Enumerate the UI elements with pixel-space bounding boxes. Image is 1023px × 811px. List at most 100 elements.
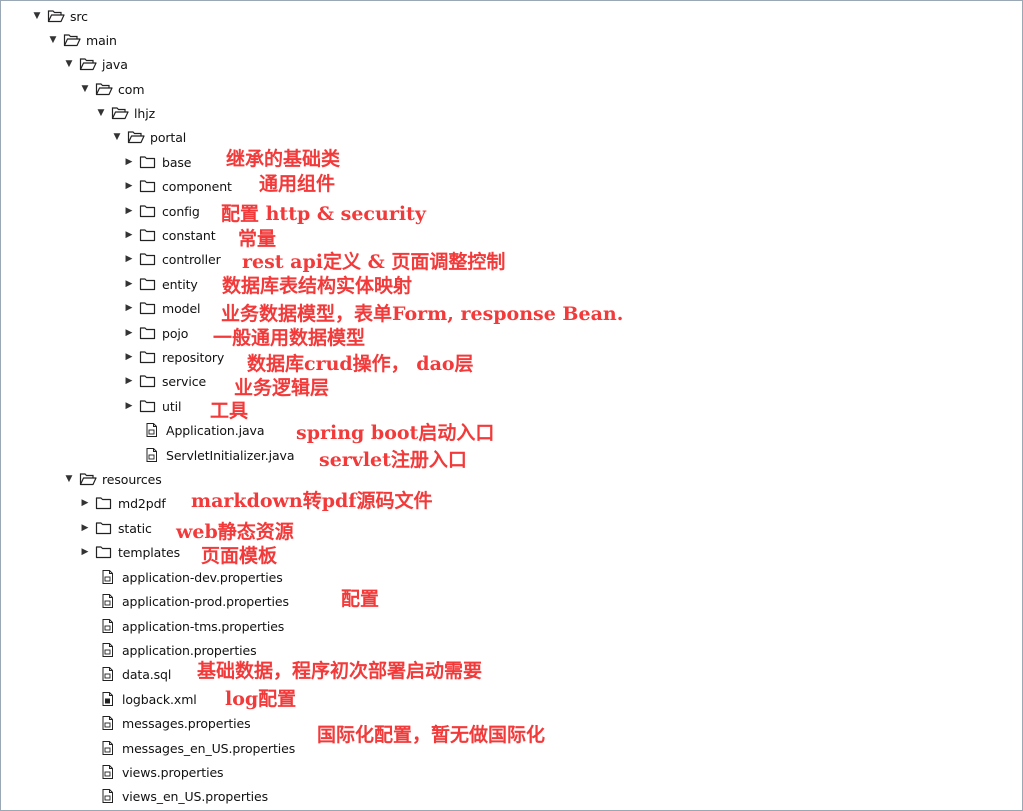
folder-icon xyxy=(95,496,113,510)
tree-node-java[interactable]: java xyxy=(63,52,128,76)
tree-node-application-dev-properties[interactable]: application-dev.properties xyxy=(83,565,283,589)
tree-node-main[interactable]: main xyxy=(47,28,117,52)
expand-arrow-icon[interactable] xyxy=(95,107,107,119)
expand-arrow-icon[interactable] xyxy=(63,58,75,70)
properties-file-icon xyxy=(99,619,117,633)
tree-node-src[interactable]: src xyxy=(31,4,88,28)
folder-icon xyxy=(139,326,157,340)
folder-icon xyxy=(95,545,113,559)
collapse-arrow-icon[interactable] xyxy=(123,229,135,241)
expand-arrow-icon[interactable] xyxy=(31,10,43,22)
tree-node-data-sql[interactable]: data.sql xyxy=(83,662,171,686)
tree-label-data-sql: data.sql xyxy=(122,666,172,682)
tree-node-portal[interactable]: portal xyxy=(111,125,186,149)
collapse-arrow-icon[interactable] xyxy=(123,253,135,265)
tree-node-static[interactable]: static xyxy=(79,516,152,540)
folder-icon xyxy=(139,179,157,193)
tree-node-util[interactable]: util xyxy=(123,394,181,418)
annotation-component: 通用组件 xyxy=(259,173,336,195)
annotation-pojo: 一般通用数据模型 xyxy=(213,327,366,349)
folder-icon xyxy=(139,301,157,315)
annotation-md2pdf: markdown转pdf源码文件 xyxy=(191,490,433,512)
tree-node-model[interactable]: model xyxy=(123,296,201,320)
tree-node-base[interactable]: base xyxy=(123,150,192,174)
xml-file-icon xyxy=(99,692,117,706)
tree-node-views-en-us-properties[interactable]: views_en_US.properties xyxy=(83,784,268,808)
folder-icon xyxy=(139,252,157,266)
tree-node-com[interactable]: com xyxy=(79,77,145,101)
expand-arrow-icon[interactable] xyxy=(63,473,75,485)
folder-open-icon xyxy=(63,33,81,47)
tree-node-entity[interactable]: entity xyxy=(123,272,198,296)
folder-icon xyxy=(139,155,157,169)
collapse-arrow-icon[interactable] xyxy=(123,351,135,363)
tree-node-constant[interactable]: constant xyxy=(123,223,216,247)
tree-node-application-java[interactable]: Application.java xyxy=(127,418,265,442)
tree-node-pojo[interactable]: pojo xyxy=(123,321,188,345)
sql-file-icon xyxy=(99,667,117,681)
tree-node-component[interactable]: component xyxy=(123,174,232,198)
tree-label-component: component xyxy=(162,178,232,194)
annotation-messages: 国际化配置，暂无做国际化 xyxy=(317,724,546,746)
expand-arrow-icon[interactable] xyxy=(47,34,59,46)
tree-node-messages-en-us-properties[interactable]: messages_en_US.properties xyxy=(83,736,295,760)
annotation-repository: 数据库crud操作， dao层 xyxy=(247,353,474,375)
annotation-application-java: spring boot启动入口 xyxy=(296,422,495,444)
tree-node-config[interactable]: config xyxy=(123,199,200,223)
tree-label-entity: entity xyxy=(162,276,198,292)
properties-file-icon xyxy=(99,594,117,608)
java-file-icon xyxy=(143,448,161,462)
expand-arrow-icon[interactable] xyxy=(79,83,91,95)
annotation-controller: rest api定义 & 页面调整控制 xyxy=(242,251,506,273)
tree-label-lhjz: lhjz xyxy=(134,105,156,121)
tree-node-service[interactable]: service xyxy=(123,369,206,393)
properties-file-icon xyxy=(99,741,117,755)
collapse-arrow-icon[interactable] xyxy=(123,400,135,412)
tree-label-application-dev: application-dev.properties xyxy=(122,569,283,585)
annotation-config: 配置 http & security xyxy=(221,203,426,225)
collapse-arrow-icon[interactable] xyxy=(123,302,135,314)
tree-label-base: base xyxy=(162,154,192,170)
tree-node-logback-xml[interactable]: logback.xml xyxy=(83,687,197,711)
tree-node-views-properties[interactable]: views.properties xyxy=(83,760,224,784)
tree-label-src: src xyxy=(70,8,88,24)
tree-node-controller[interactable]: controller xyxy=(123,247,221,271)
tree-node-repository[interactable]: repository xyxy=(123,345,224,369)
collapse-arrow-icon[interactable] xyxy=(79,546,91,558)
folder-open-icon xyxy=(127,130,145,144)
collapse-arrow-icon[interactable] xyxy=(123,205,135,217)
tree-label-views-en-us: views_en_US.properties xyxy=(122,788,269,804)
collapse-arrow-icon[interactable] xyxy=(123,375,135,387)
tree-node-application-tms-properties[interactable]: application-tms.properties xyxy=(83,614,284,638)
tree-node-application-prod-properties[interactable]: application-prod.properties xyxy=(83,589,289,613)
folder-icon xyxy=(139,204,157,218)
collapse-arrow-icon[interactable] xyxy=(123,278,135,290)
tree-label-pojo: pojo xyxy=(162,325,189,341)
properties-file-icon xyxy=(99,765,117,779)
tree-node-resources[interactable]: resources xyxy=(63,467,162,491)
java-file-icon xyxy=(143,423,161,437)
collapse-arrow-icon[interactable] xyxy=(123,327,135,339)
annotation-service: 业务逻辑层 xyxy=(234,377,330,399)
tree-node-messages-properties[interactable]: messages.properties xyxy=(83,711,251,735)
folder-icon xyxy=(95,521,113,535)
expand-arrow-icon[interactable] xyxy=(111,131,123,143)
tree-node-lhjz[interactable]: lhjz xyxy=(95,101,155,125)
folder-open-icon xyxy=(95,82,113,96)
collapse-arrow-icon[interactable] xyxy=(79,522,91,534)
annotation-data-sql: 基础数据，程序初次部署启动需要 xyxy=(197,660,483,682)
tree-label-messages-en-us: messages_en_US.properties xyxy=(122,740,296,756)
tree-label-java: java xyxy=(102,56,128,72)
tree-label-constant: constant xyxy=(162,227,216,243)
annotation-servlet-initializer: servlet注册入口 xyxy=(319,449,467,471)
collapse-arrow-icon[interactable] xyxy=(123,180,135,192)
tree-node-md2pdf[interactable]: md2pdf xyxy=(79,491,166,515)
tree-node-templates[interactable]: templates xyxy=(79,540,180,564)
folder-icon xyxy=(139,399,157,413)
tree-label-config: config xyxy=(162,203,200,219)
annotation-base: 继承的基础类 xyxy=(226,148,341,170)
tree-node-servlet-initializer-java[interactable]: ServletInitializer.java xyxy=(127,443,295,467)
collapse-arrow-icon[interactable] xyxy=(79,497,91,509)
collapse-arrow-icon[interactable] xyxy=(123,156,135,168)
tree-label-repository: repository xyxy=(162,349,225,365)
